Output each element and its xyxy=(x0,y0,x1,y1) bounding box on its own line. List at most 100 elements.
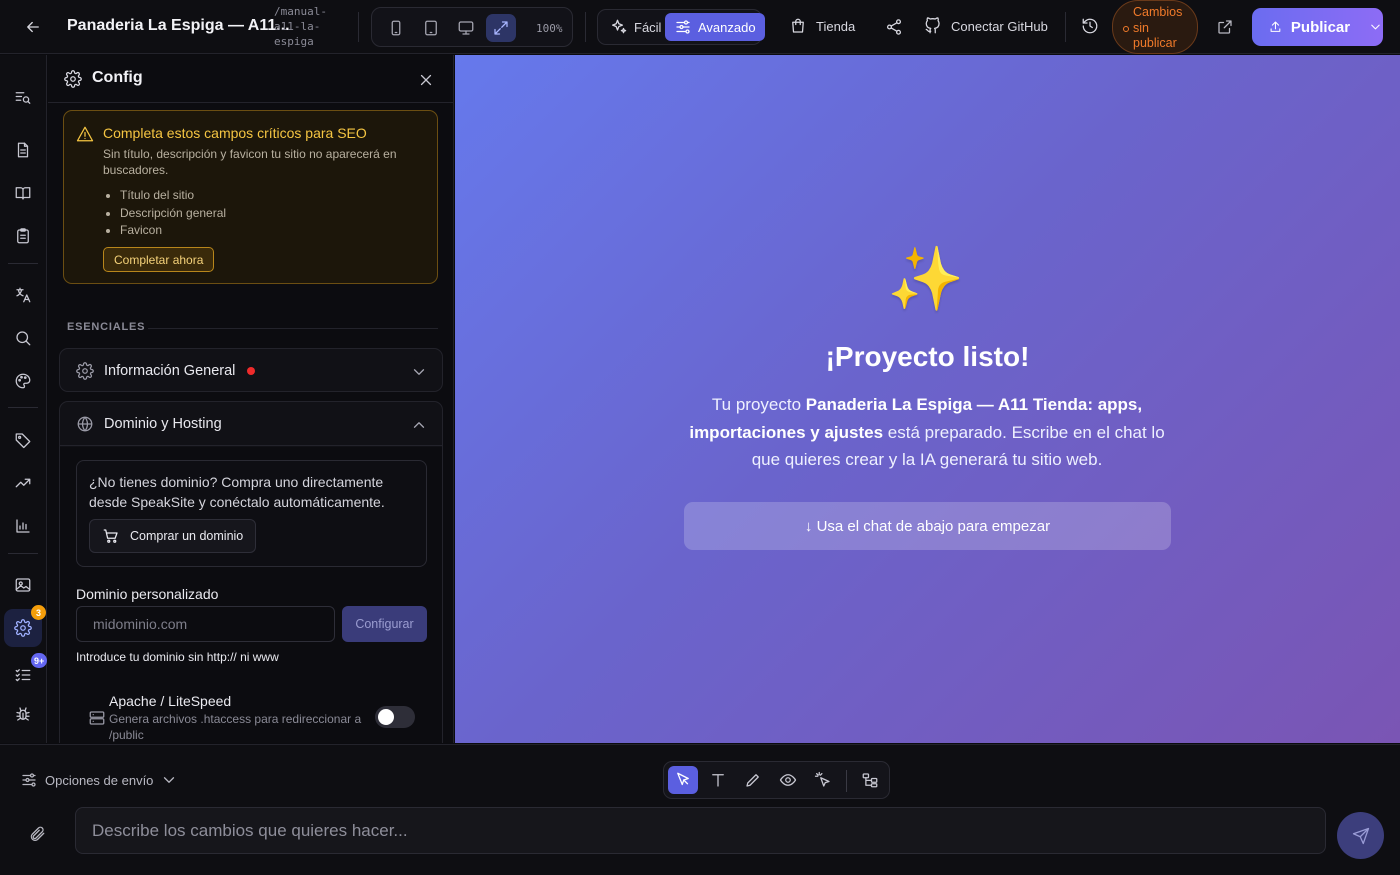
easy-mode-label: Fácil xyxy=(634,19,662,35)
mobile-view-button[interactable] xyxy=(381,14,411,42)
advanced-mode-button[interactable]: Avanzado xyxy=(665,13,765,41)
text-tool[interactable] xyxy=(703,766,733,794)
divider xyxy=(585,12,586,42)
shopping-bag-icon xyxy=(792,18,804,33)
monitor-icon xyxy=(458,21,474,35)
tree-icon xyxy=(862,773,878,788)
send-options-button[interactable]: Opciones de envío xyxy=(20,771,178,789)
send-button[interactable] xyxy=(1337,812,1384,859)
list-item: Descripción general xyxy=(120,205,226,223)
store-button[interactable]: Tienda xyxy=(789,17,855,35)
left-rail: 3 9+ xyxy=(0,55,48,743)
connect-github-label: Conectar GitHub xyxy=(951,18,1048,34)
general-info-accordion[interactable]: Información General xyxy=(59,348,443,392)
project-title: Panaderia La Espiga — A11... xyxy=(67,17,290,34)
unsaved-changes-badge[interactable]: Cambios sin publicar xyxy=(1112,0,1198,54)
custom-domain-input[interactable] xyxy=(76,606,335,642)
rail-theme-button[interactable] xyxy=(4,362,42,400)
back-button[interactable] xyxy=(24,16,46,38)
cart-icon xyxy=(103,529,118,543)
sparkles-icon: ✨ xyxy=(887,245,965,314)
warning-title: Completa estos campos críticos para SEO xyxy=(103,125,367,141)
buy-domain-text: ¿No tienes dominio? Compra uno directame… xyxy=(89,474,385,510)
globe-icon xyxy=(77,416,93,432)
smartphone-icon xyxy=(391,20,401,36)
easy-mode-button[interactable]: Fácil xyxy=(601,13,670,41)
connect-github-button[interactable]: Conectar GitHub xyxy=(924,17,1048,35)
rail-pages-button[interactable] xyxy=(4,131,42,169)
apache-toggle[interactable] xyxy=(375,706,415,728)
book-open-icon xyxy=(15,187,31,200)
translate-icon xyxy=(16,287,31,303)
select-tool[interactable] xyxy=(668,766,698,794)
accordion-header[interactable]: Dominio y Hosting xyxy=(60,402,442,446)
configure-button[interactable]: Configurar xyxy=(342,606,427,642)
gear-icon xyxy=(14,619,32,637)
tasks-badge: 9+ xyxy=(31,653,48,668)
upload-icon xyxy=(1270,21,1281,32)
settings-badge: 3 xyxy=(31,605,46,620)
chat-input[interactable] xyxy=(75,807,1326,854)
complete-now-button[interactable]: Completar ahora xyxy=(103,247,215,272)
desktop-view-button[interactable] xyxy=(451,14,481,42)
rail-trends-button[interactable] xyxy=(4,464,42,502)
list-item: Favicon xyxy=(120,222,226,240)
rail-debug-button[interactable] xyxy=(4,695,42,733)
status-dot xyxy=(1123,26,1129,32)
fullscreen-view-button[interactable] xyxy=(486,14,516,42)
gear-icon xyxy=(64,70,82,88)
publish-label: Publicar xyxy=(1290,18,1351,36)
close-panel-button[interactable] xyxy=(417,71,435,89)
divider xyxy=(148,328,438,329)
domain-help-text: Introduce tu dominio sin http:// ni www xyxy=(76,650,279,664)
checklist-icon xyxy=(15,669,31,682)
rail-clipboard-button[interactable] xyxy=(4,217,42,255)
seo-warning-box: Completa estos campos críticos para SEO … xyxy=(63,110,438,284)
warning-description: Sin título, descripción y favicon tu sit… xyxy=(103,147,397,177)
toggle-knob xyxy=(378,709,394,725)
gear-icon xyxy=(76,362,94,380)
structure-tool[interactable] xyxy=(855,766,885,794)
rail-analytics-button[interactable] xyxy=(4,507,42,545)
clipboard-icon xyxy=(17,228,29,244)
rail-media-button[interactable] xyxy=(4,566,42,604)
warning-list: Título del sitio Descripción general Fav… xyxy=(120,187,226,240)
buy-domain-label: Comprar un dominio xyxy=(130,529,244,543)
rail-seo-button[interactable] xyxy=(4,89,42,119)
chat-bar: Opciones de envío xyxy=(0,744,1400,875)
advanced-mode-label: Avanzado xyxy=(698,19,756,35)
domain-hosting-accordion: Dominio y Hosting ¿No tienes dominio? Co… xyxy=(59,401,443,743)
unsaved-changes-label: Cambios sin publicar xyxy=(1133,5,1183,50)
panel-header: Config xyxy=(48,55,453,103)
arrow-left-icon xyxy=(27,21,39,33)
share-button[interactable] xyxy=(885,18,903,36)
toolbar-divider xyxy=(846,770,847,792)
pencil-icon xyxy=(746,774,759,787)
warning-icon xyxy=(76,125,94,143)
buy-domain-button[interactable]: Comprar un dominio xyxy=(89,519,257,553)
rail-tags-button[interactable] xyxy=(4,421,42,459)
attach-button[interactable] xyxy=(28,825,46,843)
open-external-button[interactable] xyxy=(1216,18,1234,36)
buy-domain-box: ¿No tienes dominio? Compra uno directame… xyxy=(76,460,427,567)
eye-icon xyxy=(779,774,797,786)
publish-button[interactable]: Publicar xyxy=(1252,8,1383,46)
preview-tool[interactable] xyxy=(773,766,803,794)
panel-title: Config xyxy=(92,69,143,86)
palette-icon xyxy=(15,373,31,389)
close-icon xyxy=(420,74,432,86)
rail-translate-button[interactable] xyxy=(4,276,42,314)
preview-cta: ↓ Usa el chat de abajo para empezar xyxy=(684,502,1171,550)
rail-docs-button[interactable] xyxy=(4,174,42,212)
tablet-icon xyxy=(425,20,437,36)
sliders-icon xyxy=(22,773,36,787)
history-button[interactable] xyxy=(1081,17,1099,35)
apache-description: Genera archivos .htaccess para redirecci… xyxy=(109,712,362,742)
tablet-view-button[interactable] xyxy=(416,14,446,42)
search-icon xyxy=(16,331,31,346)
rail-search-button[interactable] xyxy=(4,319,42,357)
accordion-label: Información General xyxy=(104,363,236,379)
magic-tool[interactable] xyxy=(808,766,838,794)
draw-tool[interactable] xyxy=(738,766,768,794)
chevron-up-icon xyxy=(413,422,425,428)
